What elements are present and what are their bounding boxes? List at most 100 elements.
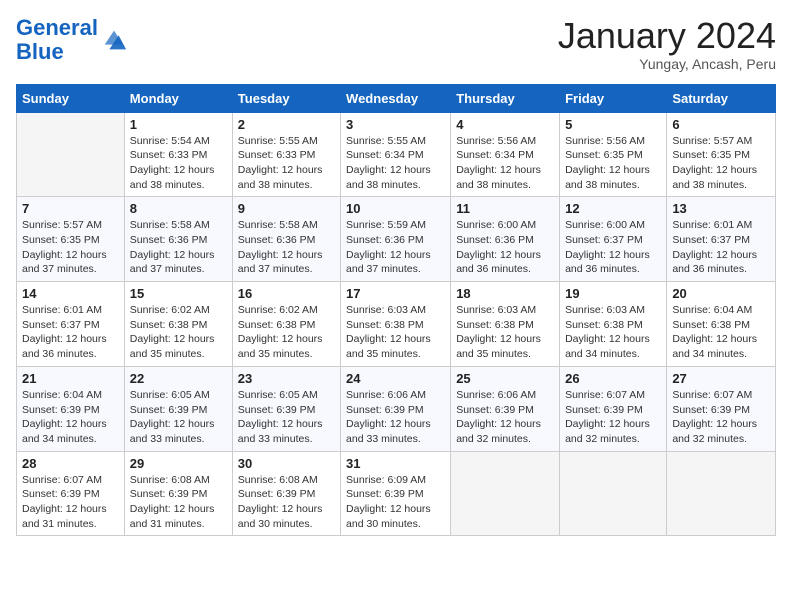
day-info: Sunrise: 6:02 AM Sunset: 6:38 PM Dayligh…	[238, 303, 335, 362]
day-number: 2	[238, 117, 335, 132]
day-info: Sunrise: 6:01 AM Sunset: 6:37 PM Dayligh…	[22, 303, 119, 362]
day-info: Sunrise: 6:04 AM Sunset: 6:39 PM Dayligh…	[22, 388, 119, 447]
day-number: 22	[130, 371, 227, 386]
day-info: Sunrise: 6:09 AM Sunset: 6:39 PM Dayligh…	[346, 473, 445, 532]
day-cell: 28 Sunrise: 6:07 AM Sunset: 6:39 PM Dayli…	[17, 451, 125, 536]
day-cell: 27 Sunrise: 6:07 AM Sunset: 6:39 PM Dayli…	[667, 366, 776, 451]
day-number: 9	[238, 201, 335, 216]
day-number: 19	[565, 286, 661, 301]
day-cell: 23 Sunrise: 6:05 AM Sunset: 6:39 PM Dayli…	[232, 366, 340, 451]
day-number: 25	[456, 371, 554, 386]
day-cell: 26Sunrise: 6:07 AM Sunset: 6:39 PM Dayli…	[560, 366, 667, 451]
day-cell	[451, 451, 560, 536]
day-number: 8	[130, 201, 227, 216]
day-info: Sunrise: 6:02 AM Sunset: 6:38 PM Dayligh…	[130, 303, 227, 362]
day-info: Sunrise: 6:08 AM Sunset: 6:39 PM Dayligh…	[130, 473, 227, 532]
header-cell-monday: Monday	[124, 84, 232, 112]
day-cell: 7Sunrise: 5:57 AM Sunset: 6:35 PM Daylig…	[17, 197, 125, 282]
day-info: Sunrise: 5:55 AM Sunset: 6:33 PM Dayligh…	[238, 134, 335, 193]
week-row-3: 14 Sunrise: 6:01 AM Sunset: 6:37 PM Dayli…	[17, 282, 776, 367]
day-cell: 12Sunrise: 6:00 AM Sunset: 6:37 PM Dayli…	[560, 197, 667, 282]
day-info: Sunrise: 6:03 AM Sunset: 6:38 PM Dayligh…	[456, 303, 554, 362]
day-cell: 20 Sunrise: 6:04 AM Sunset: 6:38 PM Dayli…	[667, 282, 776, 367]
day-info: Sunrise: 6:04 AM Sunset: 6:38 PM Dayligh…	[672, 303, 770, 362]
logo-icon	[100, 26, 128, 54]
day-number: 29	[130, 456, 227, 471]
day-number: 17	[346, 286, 445, 301]
day-cell	[17, 112, 125, 197]
day-info: Sunrise: 6:03 AM Sunset: 6:38 PM Dayligh…	[565, 303, 661, 362]
day-info: Sunrise: 5:55 AM Sunset: 6:34 PM Dayligh…	[346, 134, 445, 193]
day-cell: 31 Sunrise: 6:09 AM Sunset: 6:39 PM Dayli…	[341, 451, 451, 536]
page-header: GeneralBlue January 2024 Yungay, Ancash,…	[16, 16, 776, 72]
logo: GeneralBlue	[16, 16, 128, 64]
day-cell: 25Sunrise: 6:06 AM Sunset: 6:39 PM Dayli…	[451, 366, 560, 451]
header-cell-sunday: Sunday	[17, 84, 125, 112]
day-cell: 5 Sunrise: 5:56 AM Sunset: 6:35 PM Daylig…	[560, 112, 667, 197]
day-info: Sunrise: 6:05 AM Sunset: 6:39 PM Dayligh…	[238, 388, 335, 447]
day-number: 31	[346, 456, 445, 471]
day-cell	[667, 451, 776, 536]
logo-text: GeneralBlue	[16, 16, 98, 64]
location-subtitle: Yungay, Ancash, Peru	[558, 56, 776, 72]
day-cell: 30Sunrise: 6:08 AM Sunset: 6:39 PM Dayli…	[232, 451, 340, 536]
day-info: Sunrise: 6:07 AM Sunset: 6:39 PM Dayligh…	[672, 388, 770, 447]
day-cell: 8Sunrise: 5:58 AM Sunset: 6:36 PM Daylig…	[124, 197, 232, 282]
day-cell: 19 Sunrise: 6:03 AM Sunset: 6:38 PM Dayli…	[560, 282, 667, 367]
day-cell: 3 Sunrise: 5:55 AM Sunset: 6:34 PM Daylig…	[341, 112, 451, 197]
day-info: Sunrise: 6:06 AM Sunset: 6:39 PM Dayligh…	[346, 388, 445, 447]
day-cell: 9Sunrise: 5:58 AM Sunset: 6:36 PM Daylig…	[232, 197, 340, 282]
day-info: Sunrise: 5:56 AM Sunset: 6:34 PM Dayligh…	[456, 134, 554, 193]
day-info: Sunrise: 6:07 AM Sunset: 6:39 PM Dayligh…	[565, 388, 661, 447]
day-number: 14	[22, 286, 119, 301]
day-number: 10	[346, 201, 445, 216]
day-number: 6	[672, 117, 770, 132]
header-cell-saturday: Saturday	[667, 84, 776, 112]
day-info: Sunrise: 5:59 AM Sunset: 6:36 PM Dayligh…	[346, 218, 445, 277]
day-cell: 2 Sunrise: 5:55 AM Sunset: 6:33 PM Daylig…	[232, 112, 340, 197]
week-row-1: 1Sunrise: 5:54 AM Sunset: 6:33 PM Daylig…	[17, 112, 776, 197]
week-row-2: 7Sunrise: 5:57 AM Sunset: 6:35 PM Daylig…	[17, 197, 776, 282]
day-number: 27	[672, 371, 770, 386]
day-info: Sunrise: 5:56 AM Sunset: 6:35 PM Dayligh…	[565, 134, 661, 193]
week-row-5: 28 Sunrise: 6:07 AM Sunset: 6:39 PM Dayli…	[17, 451, 776, 536]
day-cell: 14 Sunrise: 6:01 AM Sunset: 6:37 PM Dayli…	[17, 282, 125, 367]
day-cell: 6 Sunrise: 5:57 AM Sunset: 6:35 PM Daylig…	[667, 112, 776, 197]
day-number: 28	[22, 456, 119, 471]
day-number: 5	[565, 117, 661, 132]
day-number: 3	[346, 117, 445, 132]
calendar-body: 1Sunrise: 5:54 AM Sunset: 6:33 PM Daylig…	[17, 112, 776, 536]
day-number: 18	[456, 286, 554, 301]
day-number: 4	[456, 117, 554, 132]
day-number: 21	[22, 371, 119, 386]
day-number: 12	[565, 201, 661, 216]
day-info: Sunrise: 6:07 AM Sunset: 6:39 PM Dayligh…	[22, 473, 119, 532]
calendar-table: SundayMondayTuesdayWednesdayThursdayFrid…	[16, 84, 776, 537]
day-number: 13	[672, 201, 770, 216]
day-cell: 22 Sunrise: 6:05 AM Sunset: 6:39 PM Dayli…	[124, 366, 232, 451]
header-cell-friday: Friday	[560, 84, 667, 112]
day-cell: 24Sunrise: 6:06 AM Sunset: 6:39 PM Dayli…	[341, 366, 451, 451]
day-number: 7	[22, 201, 119, 216]
title-section: January 2024 Yungay, Ancash, Peru	[558, 16, 776, 72]
day-number: 23	[238, 371, 335, 386]
day-cell: 15Sunrise: 6:02 AM Sunset: 6:38 PM Dayli…	[124, 282, 232, 367]
header-cell-thursday: Thursday	[451, 84, 560, 112]
day-cell: 13Sunrise: 6:01 AM Sunset: 6:37 PM Dayli…	[667, 197, 776, 282]
day-cell: 21 Sunrise: 6:04 AM Sunset: 6:39 PM Dayli…	[17, 366, 125, 451]
day-cell	[560, 451, 667, 536]
header-row: SundayMondayTuesdayWednesdayThursdayFrid…	[17, 84, 776, 112]
day-info: Sunrise: 6:03 AM Sunset: 6:38 PM Dayligh…	[346, 303, 445, 362]
day-cell: 11Sunrise: 6:00 AM Sunset: 6:36 PM Dayli…	[451, 197, 560, 282]
calendar-header: SundayMondayTuesdayWednesdayThursdayFrid…	[17, 84, 776, 112]
day-cell: 4 Sunrise: 5:56 AM Sunset: 6:34 PM Daylig…	[451, 112, 560, 197]
day-number: 16	[238, 286, 335, 301]
day-number: 11	[456, 201, 554, 216]
day-number: 20	[672, 286, 770, 301]
day-info: Sunrise: 5:57 AM Sunset: 6:35 PM Dayligh…	[672, 134, 770, 193]
day-cell: 18 Sunrise: 6:03 AM Sunset: 6:38 PM Dayli…	[451, 282, 560, 367]
day-number: 1	[130, 117, 227, 132]
day-info: Sunrise: 6:05 AM Sunset: 6:39 PM Dayligh…	[130, 388, 227, 447]
day-cell: 17 Sunrise: 6:03 AM Sunset: 6:38 PM Dayli…	[341, 282, 451, 367]
day-number: 30	[238, 456, 335, 471]
